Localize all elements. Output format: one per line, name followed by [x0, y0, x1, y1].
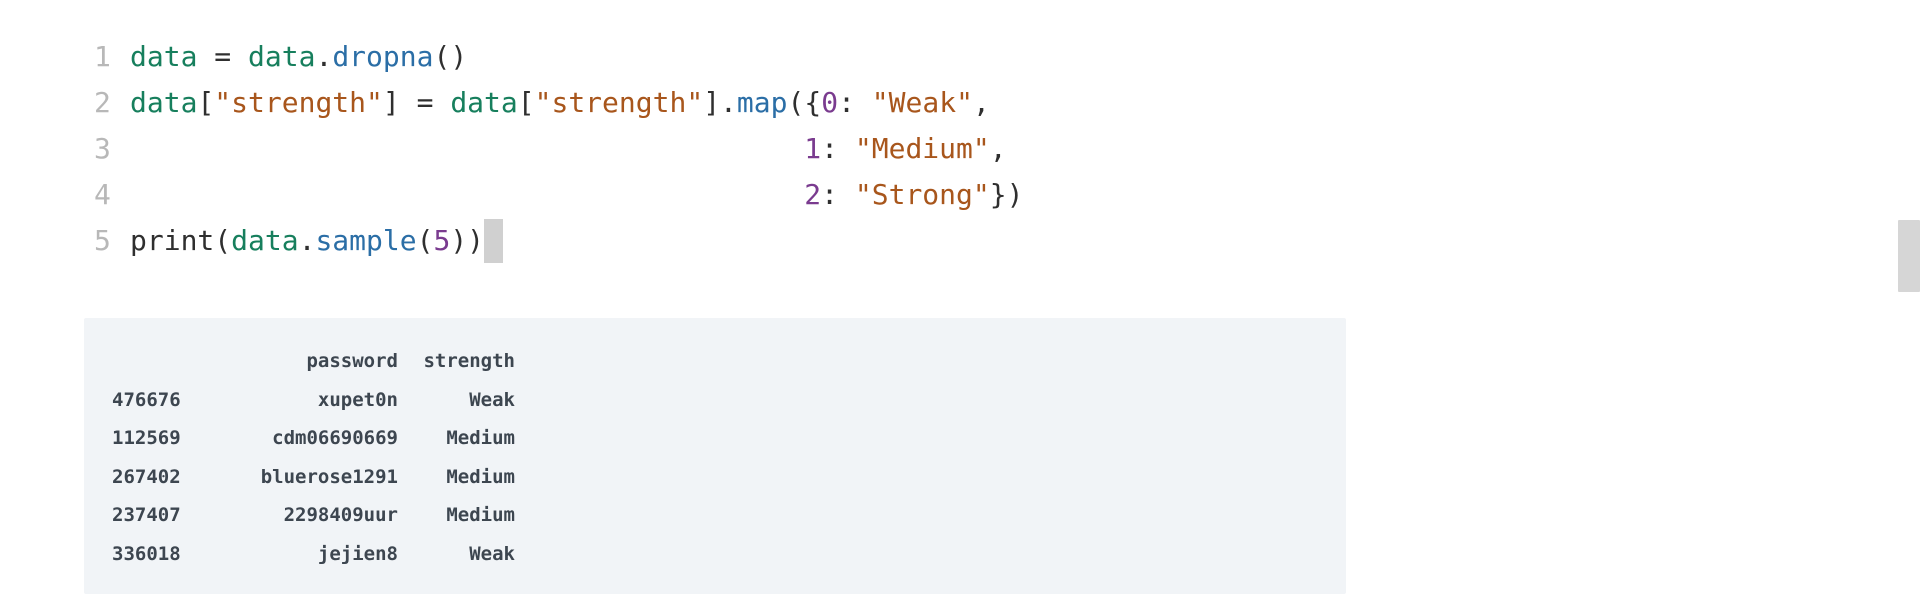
line-number: 5 [94, 224, 111, 257]
code-token: , [989, 132, 1007, 165]
code-token: sample [315, 224, 417, 257]
code-token: = [197, 40, 249, 73]
code-token: 2 [804, 178, 822, 211]
code-token: , [972, 86, 990, 119]
strength-cell: Weak [469, 388, 515, 411]
password-cell: jejien8 [317, 542, 398, 565]
code-token: data [248, 40, 316, 73]
table-row: 267402 bluerose1291 Medium [112, 458, 515, 497]
code-token: : [821, 132, 855, 165]
table-row: 237407 2298409uur Medium [112, 496, 515, 535]
line-number: 1 [94, 40, 111, 73]
index-header [112, 342, 212, 381]
code-line[interactable]: 4 2: "Strong"}) [94, 172, 1394, 218]
row-index: 267402 [112, 465, 181, 488]
text-cursor [484, 219, 504, 263]
row-index: 112569 [112, 427, 181, 449]
strength-header: strength [423, 350, 515, 372]
row-index: 237407 [112, 504, 181, 526]
code-token: . [315, 40, 333, 73]
code-token: ({ [787, 86, 822, 119]
code-token: data [130, 86, 198, 119]
dataframe-output: password strength 476676 xupet0n Weak 11256… [112, 342, 515, 573]
strength-cell: Medium [446, 465, 515, 488]
code-line[interactable]: 2 data["strength"] = data["strength"].map… [94, 80, 1394, 126]
line-number: 2 [94, 86, 111, 119]
code-token: 1 [804, 132, 822, 165]
vertical-scrollbar-thumb[interactable] [1898, 220, 1920, 292]
strength-cell: Medium [446, 427, 515, 449]
strength-cell: Medium [446, 504, 515, 526]
line-number: 3 [94, 132, 111, 165]
code-token: map [736, 86, 788, 119]
code-token: "Weak" [871, 86, 973, 119]
table-row: 476676 xupet0n Weak [112, 381, 515, 420]
code-token: dropna [332, 40, 434, 73]
output-panel: password strength 476676 xupet0n Weak 11256… [84, 318, 1346, 594]
code-token: data [231, 224, 299, 257]
code-token: ] = [382, 86, 451, 119]
code-token: }) [989, 178, 1024, 211]
code-line[interactable]: 5 print(data.sample(5)) [94, 218, 1394, 264]
row-index: 336018 [112, 542, 181, 565]
code-token: . [298, 224, 316, 257]
password-cell: bluerose1291 [260, 465, 398, 488]
password-cell: 2298409uur [283, 504, 398, 526]
code-token: data [130, 40, 198, 73]
code-token: "strength" [214, 86, 383, 119]
code-token: : [838, 86, 872, 119]
code-token: [ [197, 86, 215, 119]
code-editor[interactable]: 1 data = data.dropna() 2 data["strength"] =… [94, 34, 1394, 264]
code-token: 0 [821, 86, 839, 119]
row-index: 476676 [112, 388, 181, 411]
table-row: 112569 cdm06690669 Medium [112, 419, 515, 458]
table-header-row: password strength [112, 342, 515, 381]
password-cell: xupet0n [317, 388, 398, 411]
code-token: "Strong" [854, 178, 990, 211]
password-header: password [306, 350, 398, 372]
code-token: ( [214, 224, 232, 257]
code-token: ( [416, 224, 434, 257]
code-token: "strength" [534, 86, 704, 119]
table-row: 336018 jejien8 Weak [112, 535, 515, 574]
code-token: print [130, 224, 215, 257]
code-token: data [450, 86, 518, 119]
code-token: "Medium" [854, 132, 990, 165]
code-line[interactable]: 1 data = data.dropna() [94, 34, 1394, 80]
code-token: 5 [433, 224, 451, 257]
code-token: () [433, 40, 468, 73]
code-line[interactable]: 3 1: "Medium", [94, 126, 1394, 172]
password-cell: cdm06690669 [272, 427, 398, 449]
code-token: ]. [703, 86, 737, 119]
code-token: [ [517, 86, 535, 119]
strength-cell: Weak [469, 542, 515, 565]
line-number: 4 [94, 178, 111, 211]
code-token: )) [450, 224, 485, 257]
code-token: : [821, 178, 855, 211]
